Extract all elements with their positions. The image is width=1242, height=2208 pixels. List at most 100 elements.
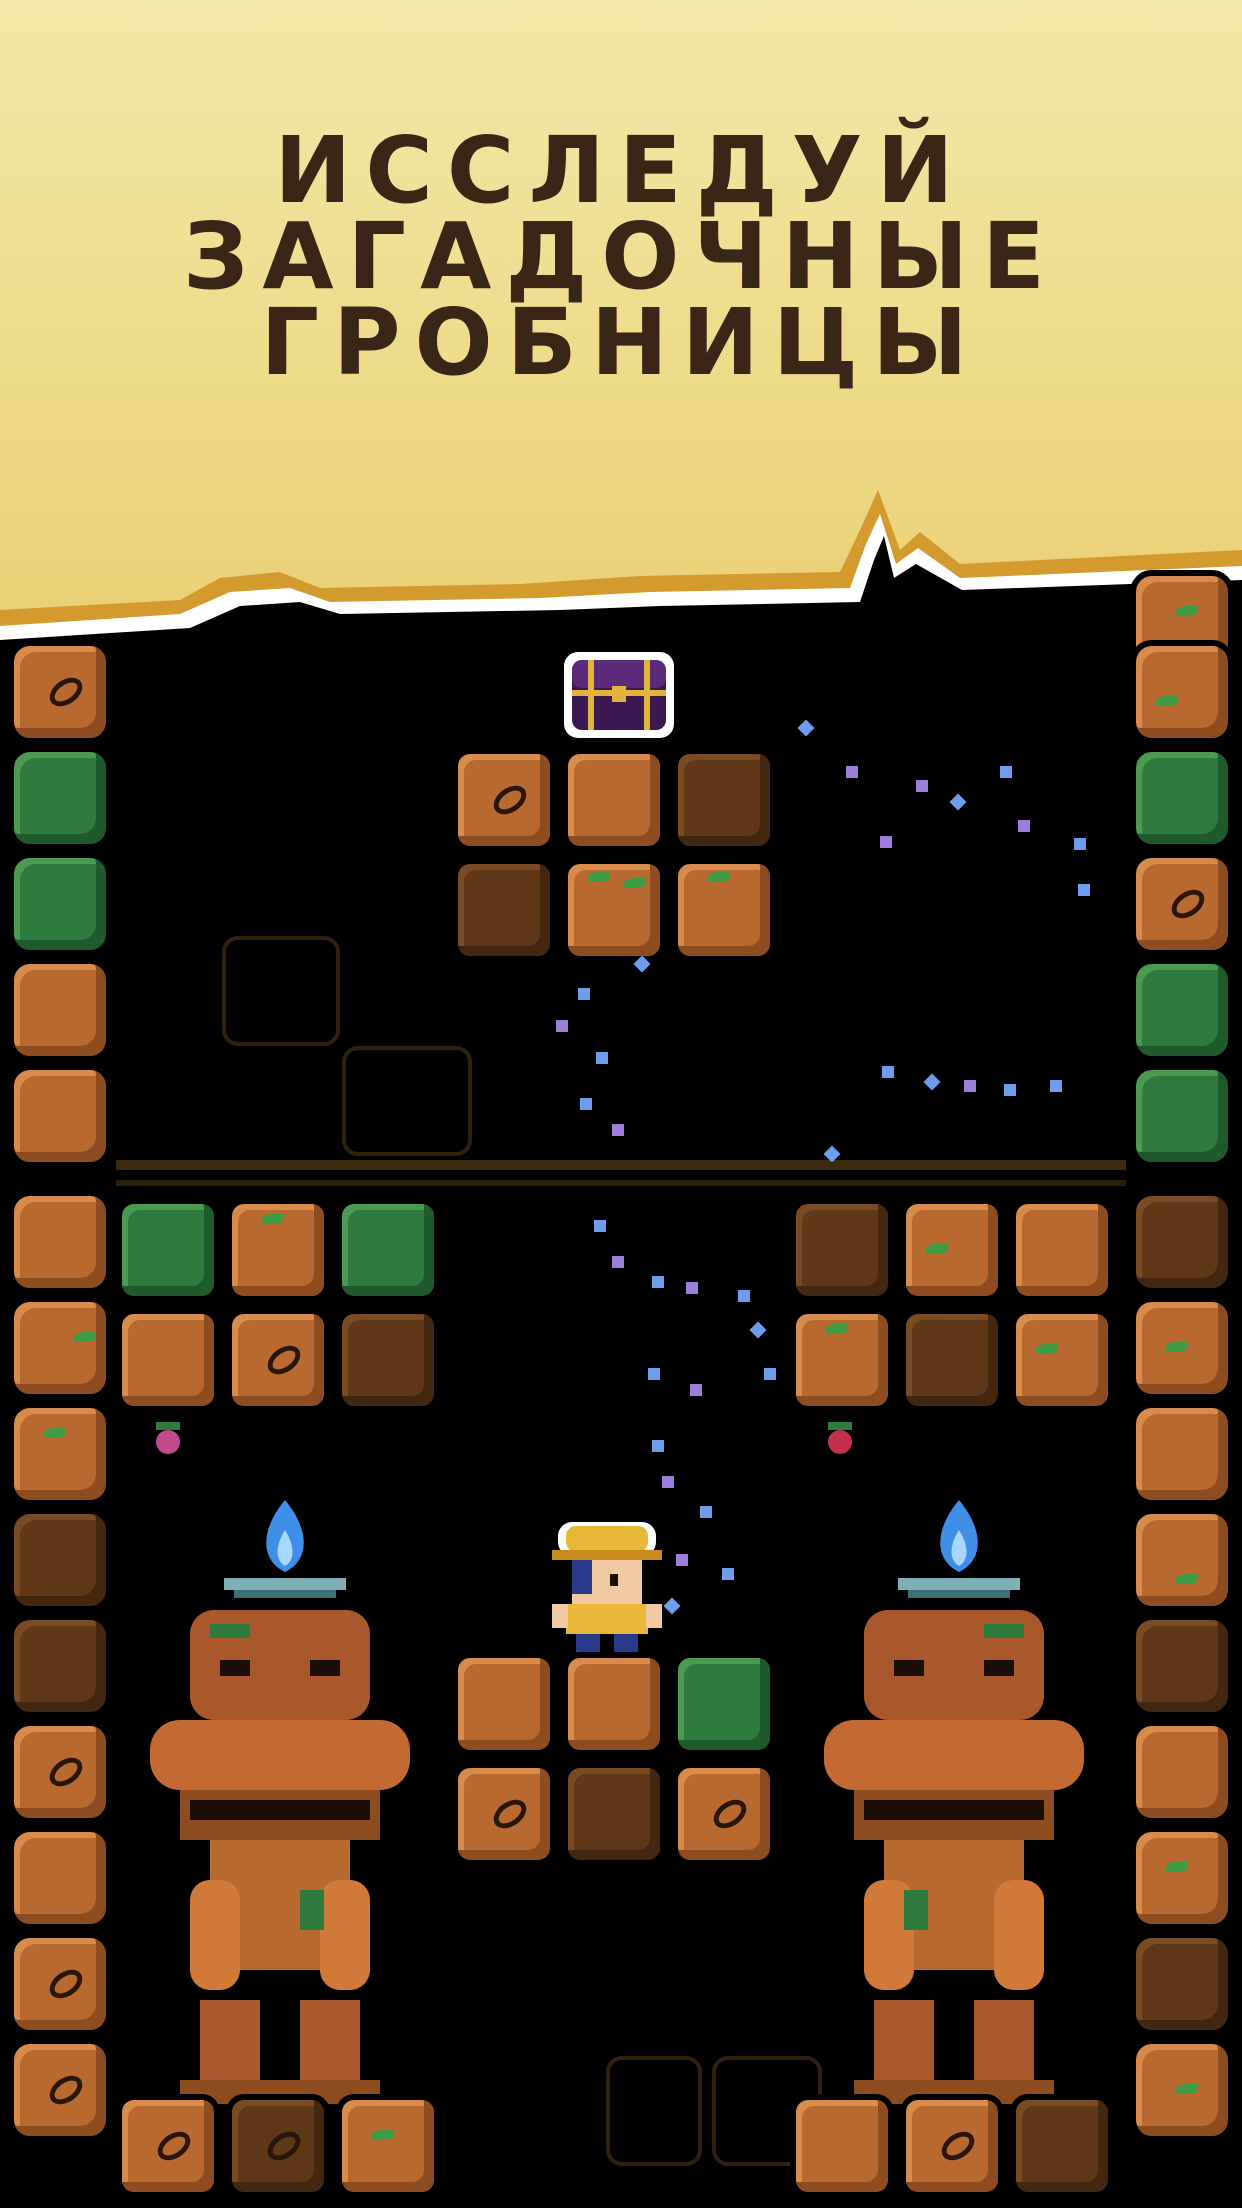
headline: ИССЛЕДУЙ ЗАГАДОЧНЫЕ ГРОБНИЦЫ xyxy=(0,117,1242,396)
wall-tile xyxy=(8,1720,112,1824)
platform-tile xyxy=(452,748,556,852)
headline-line-2: ЗАГАДОЧНЫЕ xyxy=(182,203,1060,310)
platform-tile xyxy=(672,858,776,962)
ledge-tile xyxy=(336,1308,440,1412)
sparkle xyxy=(846,766,858,778)
sparkle xyxy=(1078,884,1090,896)
sparkle xyxy=(749,1321,767,1339)
wall-tile xyxy=(8,1190,112,1294)
sparkle xyxy=(923,1073,941,1091)
headline-line-1: ИССЛЕДУЙ xyxy=(274,117,968,224)
ledge-tile xyxy=(1010,1198,1114,1302)
center-platform-tile xyxy=(672,1652,776,1756)
wall-tile xyxy=(1130,1826,1234,1930)
sparkle xyxy=(596,1052,608,1064)
wall-tile xyxy=(1130,958,1234,1062)
platform-tile xyxy=(672,748,776,852)
sparkle xyxy=(612,1256,624,1268)
sparkle xyxy=(738,1290,750,1302)
hanging-berry-icon[interactable] xyxy=(148,1420,188,1460)
sparkle xyxy=(612,1124,624,1136)
ledge-tile xyxy=(900,1198,1004,1302)
wall-tile xyxy=(8,1402,112,1506)
ledge-tile xyxy=(790,1198,894,1302)
background-tile-outline xyxy=(606,2056,702,2166)
sparkle xyxy=(797,719,815,737)
sparkle xyxy=(690,1384,702,1396)
sparkle xyxy=(686,1282,698,1294)
background-tile-outline xyxy=(222,936,340,1046)
wall-tile xyxy=(8,1826,112,1930)
sparkle xyxy=(949,793,967,811)
wall-tile xyxy=(1130,746,1234,850)
wall-tile xyxy=(8,1932,112,2036)
sparkle xyxy=(676,1554,688,1566)
wall-tile xyxy=(8,958,112,1062)
wall-tile xyxy=(1130,1720,1234,1824)
wall-tile xyxy=(1130,1614,1234,1718)
wall-tile xyxy=(8,852,112,956)
sparkle xyxy=(556,1020,568,1032)
wall-tile xyxy=(8,1296,112,1400)
wall-tile xyxy=(1130,1508,1234,1612)
sparkle xyxy=(764,1368,776,1380)
wooden-beam xyxy=(116,1160,1126,1170)
ledge-tile xyxy=(790,1308,894,1412)
sparkle xyxy=(880,836,892,848)
sparkle xyxy=(594,1220,606,1232)
wall-tile xyxy=(1130,2038,1234,2142)
stone-guardian-statue xyxy=(824,1610,1084,2104)
wall-tile xyxy=(1130,1190,1234,1294)
platform-tile xyxy=(452,858,556,962)
sparkle xyxy=(1004,1084,1016,1096)
hanging-berry-icon[interactable] xyxy=(820,1420,860,1460)
platform-tile xyxy=(562,748,666,852)
wall-tile xyxy=(1130,1402,1234,1506)
sparkle xyxy=(700,1506,712,1518)
game-scene xyxy=(0,570,1242,2208)
ledge-tile xyxy=(116,1198,220,1302)
sparkle xyxy=(1074,838,1086,850)
wall-tile xyxy=(8,640,112,744)
sparkle xyxy=(722,1568,734,1580)
explorer-hero-sprite[interactable] xyxy=(532,1512,682,1662)
floor-tile xyxy=(336,2094,440,2198)
ledge-tile xyxy=(226,1198,330,1302)
floor-tile xyxy=(900,2094,1004,2198)
center-platform-tile xyxy=(562,1762,666,1866)
blue-flame-brazier xyxy=(224,1500,346,1598)
floor-tile xyxy=(1010,2094,1114,2198)
wall-tile xyxy=(1130,852,1234,956)
stone-guardian-statue xyxy=(150,1610,410,2104)
floor-tile xyxy=(116,2094,220,2198)
center-platform-tile xyxy=(672,1762,776,1866)
wall-tile xyxy=(8,2038,112,2142)
wall-tile xyxy=(8,1508,112,1612)
sparkle xyxy=(964,1080,976,1092)
headline-line-3: ГРОБНИЦЫ xyxy=(260,289,982,396)
floor-tile xyxy=(790,2094,894,2198)
sparkle xyxy=(1018,820,1030,832)
platform-tile xyxy=(562,858,666,962)
sparkle xyxy=(652,1276,664,1288)
center-platform-tile xyxy=(452,1652,556,1756)
wall-tile xyxy=(8,746,112,850)
center-platform-tile xyxy=(562,1652,666,1756)
wooden-beam-shadow xyxy=(116,1180,1126,1186)
wall-tile xyxy=(1130,1932,1234,2036)
sparkle xyxy=(652,1440,664,1452)
sparkle xyxy=(648,1368,660,1380)
ledge-tile xyxy=(226,1308,330,1412)
ledge-tile xyxy=(336,1198,440,1302)
sparkle xyxy=(916,780,928,792)
blue-flame-brazier xyxy=(898,1500,1020,1598)
treasure-chest-icon[interactable] xyxy=(560,638,678,740)
wall-tile xyxy=(1130,1064,1234,1168)
sparkle xyxy=(1050,1080,1062,1092)
wall-tile xyxy=(8,1614,112,1718)
ledge-tile xyxy=(900,1308,1004,1412)
ledge-tile xyxy=(1010,1308,1114,1412)
sparkle xyxy=(882,1066,894,1078)
sparkle xyxy=(1000,766,1012,778)
background-tile-outline xyxy=(342,1046,472,1156)
